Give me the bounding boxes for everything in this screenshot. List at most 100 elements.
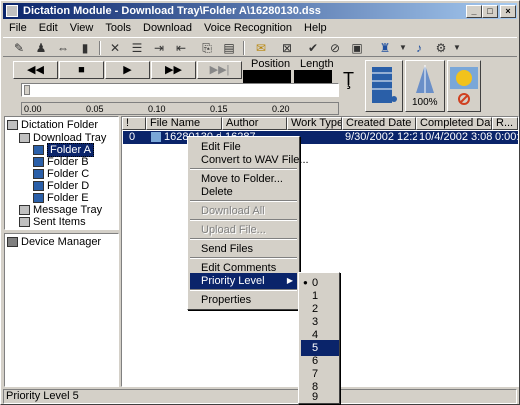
voice-icon[interactable]: ♪ (411, 41, 427, 55)
col-work-type[interactable]: Work Type (287, 117, 342, 130)
menu-help[interactable]: Help (298, 20, 333, 37)
menu-item-convert-wav[interactable]: Convert to WAV File... (190, 152, 309, 168)
copy-icon[interactable]: ⇤ (173, 41, 189, 55)
attach-icon[interactable]: ⎘ (199, 41, 215, 55)
menu-voice-recognition[interactable]: Voice Recognition (198, 20, 298, 37)
tree-folder-c[interactable]: Folder C (33, 168, 89, 180)
noise-filter-button[interactable] (447, 60, 481, 112)
person-icon[interactable]: ♟ (33, 41, 49, 55)
menu-separator (190, 219, 297, 221)
document-icon[interactable]: ▤ (221, 41, 237, 55)
context-menu: Edit File Convert to WAV File... Move to… (187, 136, 309, 310)
folder-d-icon (33, 181, 44, 192)
device-icon (7, 237, 18, 248)
tree-folder-a[interactable]: Folder A (33, 143, 94, 157)
tray-icon (19, 205, 30, 216)
maximize-button[interactable]: □ (482, 5, 498, 18)
toolbar-separator (243, 41, 245, 55)
filter-icon (450, 67, 478, 105)
priority-option[interactable]: 9 (301, 391, 339, 403)
menu-separator (190, 200, 297, 202)
skip-end-button[interactable]: ▶▶| (197, 61, 242, 79)
tree-folder-b[interactable]: Folder B (33, 156, 89, 168)
edit-icon[interactable]: ✎ (11, 41, 27, 55)
table-row[interactable]: 0 16280130.dss 16287111 9/30/2002 12:23.… (123, 131, 519, 144)
scale-tick: 0.00 (24, 104, 42, 114)
length-label: Length (300, 58, 334, 70)
playback-slider[interactable] (21, 83, 339, 97)
delete-icon[interactable]: ✕ (107, 41, 123, 55)
menu-item-upload-file[interactable]: Upload File... (190, 222, 266, 238)
move-icon[interactable]: ⇥ (151, 41, 167, 55)
scale-tick: 0.10 (148, 104, 166, 114)
device-manager-item[interactable]: Device Manager (7, 236, 101, 248)
speed-button[interactable] (365, 60, 403, 112)
menu-separator (190, 257, 297, 259)
toolbar-separator (99, 41, 101, 55)
scale-tick: 0.15 (210, 104, 228, 114)
tree-root[interactable]: Dictation Folder (7, 119, 98, 131)
print-icon[interactable]: ▣ (349, 41, 365, 55)
insert-mode-icon[interactable]: Ţ (343, 70, 354, 88)
scale-tick: 0.20 (272, 104, 290, 114)
time-scale: 0.00 0.05 0.10 0.15 0.20 (21, 102, 339, 115)
volume-label: 100% (412, 97, 438, 108)
menu-item-download-all[interactable]: Download All (190, 203, 265, 219)
fast-forward-button[interactable]: ▶▶ (151, 61, 196, 79)
check-icon[interactable]: ✔ (305, 41, 321, 55)
priority-level-label: Priority Level (201, 275, 265, 287)
menu-file[interactable]: File (3, 20, 33, 37)
col-priority[interactable]: ! (122, 117, 146, 130)
list-icon[interactable]: ☰ (129, 41, 145, 55)
col-file-name[interactable]: File Name (146, 117, 222, 130)
slider-thumb[interactable] (24, 85, 30, 95)
row-priority: 0 (129, 131, 136, 143)
menu-bar: File Edit View Tools Download Voice Reco… (3, 20, 333, 37)
row-r: 0:00: (495, 131, 519, 143)
folder-tree: Dictation Folder Download Tray Folder A … (4, 116, 119, 230)
tree-folder-d[interactable]: Folder D (33, 180, 89, 192)
folder-e-icon (33, 193, 44, 204)
mail-icon[interactable]: ✉ (253, 41, 269, 55)
row-created-date: 9/30/2002 12:23... (345, 131, 417, 143)
folder-a-icon (33, 145, 44, 156)
rewind-button[interactable]: ◀◀ (13, 61, 58, 79)
player-panel: ◀◀ ■ ▶ ▶▶ ▶▶| Position Length Ţ 0.00 0.0… (3, 58, 517, 115)
tree-folder-e[interactable]: Folder E (33, 192, 89, 204)
col-created-date[interactable]: Created Date (342, 117, 416, 130)
menu-download[interactable]: Download (137, 20, 198, 37)
recognition-icon[interactable]: ⚙ (433, 41, 449, 55)
tree-sent-items[interactable]: Sent Items (19, 216, 86, 228)
menu-separator (190, 289, 297, 291)
close-button[interactable]: × (500, 5, 516, 18)
chevron-down-icon[interactable]: ▼ (395, 41, 411, 55)
transfer-icon[interactable]: ⇔ (55, 41, 71, 55)
tree-message-tray[interactable]: Message Tray (19, 204, 102, 216)
play-button[interactable]: ▶ (105, 61, 150, 79)
col-r[interactable]: R... (492, 117, 518, 130)
menu-item-delete[interactable]: Delete (190, 184, 233, 200)
folder-b-icon (33, 157, 44, 168)
speed-icon (372, 67, 397, 103)
cancel-icon[interactable]: ⊠ (279, 41, 295, 55)
menu-tools[interactable]: Tools (99, 20, 137, 37)
stop-button[interactable]: ■ (59, 61, 104, 79)
minimize-button[interactable]: _ (466, 5, 482, 18)
menu-edit[interactable]: Edit (33, 20, 64, 37)
volume-button[interactable]: 100% (405, 60, 445, 112)
col-completed-date[interactable]: Completed Date (416, 117, 492, 130)
col-author[interactable]: Author (222, 117, 287, 130)
tray-icon (19, 217, 30, 228)
block-icon[interactable]: ⊘ (327, 41, 343, 55)
chevron-down-icon[interactable]: ▼ (449, 41, 465, 55)
tray-icon (19, 133, 30, 144)
menu-item-send-files[interactable]: Send Files (190, 241, 253, 257)
menu-item-properties[interactable]: Properties (190, 292, 251, 308)
priority-submenu: ● 0 1 2 3 4 5 6 7 8 9 (298, 272, 340, 404)
users-icon[interactable]: ♜ (377, 41, 393, 55)
device-icon[interactable]: ▮ (77, 41, 93, 55)
menu-item-priority-level[interactable]: Priority Level ▶ (190, 273, 297, 289)
menu-view[interactable]: View (64, 20, 100, 37)
row-completed-date: 10/4/2002 3:08 PM (419, 131, 493, 143)
scale-tick: 0.05 (86, 104, 104, 114)
